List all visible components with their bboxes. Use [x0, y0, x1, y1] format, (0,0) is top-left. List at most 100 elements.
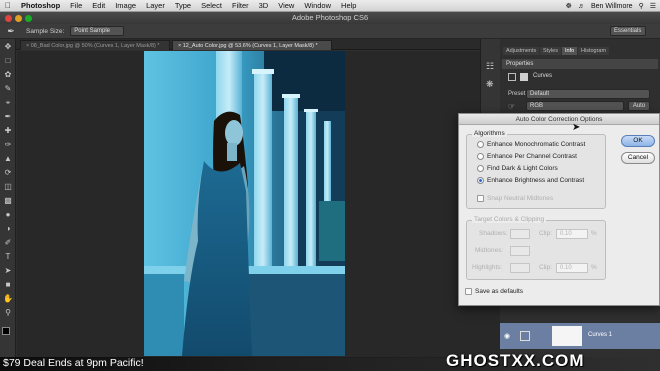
snap-neutral-midtones-checkbox[interactable]: Snap Neutral Midtones: [477, 195, 553, 202]
eraser-tool-icon[interactable]: ◫: [3, 182, 13, 192]
spotlight-icon[interactable]: ⚲: [639, 2, 644, 10]
radio-button[interactable]: [477, 177, 484, 184]
apple-icon[interactable]: : [0, 1, 16, 10]
layer-mask-icon[interactable]: [520, 73, 528, 81]
layer-name[interactable]: Curves 1: [588, 332, 612, 338]
highlights-label: Highlights:: [472, 264, 503, 271]
window-titlebar: Adobe Photoshop CS6: [0, 12, 660, 24]
highlights-clip-input[interactable]: 0.10: [556, 263, 588, 273]
dodge-tool-icon[interactable]: ◑: [3, 224, 13, 234]
close-window-icon[interactable]: [5, 15, 12, 22]
pen-tool-icon[interactable]: ✐: [3, 238, 13, 248]
midtones-color-swatch[interactable]: [510, 246, 530, 256]
properties-panel-tab[interactable]: Properties: [502, 59, 658, 69]
checkbox[interactable]: [465, 288, 472, 295]
tab-styles[interactable]: Styles: [540, 47, 561, 55]
layer-adjustment-icon: [520, 331, 530, 341]
tab-info[interactable]: Info: [562, 47, 578, 55]
layer-row-curves[interactable]: ◉ Curves 1: [500, 323, 660, 349]
radio-button[interactable]: [477, 165, 484, 172]
quick-select-tool-icon[interactable]: ✎: [3, 84, 13, 94]
radio-brightness-contrast[interactable]: Enhance Brightness and Contrast: [477, 177, 584, 184]
healing-brush-tool-icon[interactable]: ✚: [3, 126, 13, 136]
window-title: Adobe Photoshop CS6: [291, 13, 369, 22]
menu-filter[interactable]: Filter: [227, 1, 254, 10]
ok-button[interactable]: OK: [621, 135, 655, 147]
menu-edit[interactable]: Edit: [87, 1, 110, 10]
hand-adjust-icon[interactable]: ☞: [508, 102, 515, 111]
menubar-user[interactable]: Ben Willmore: [591, 3, 633, 10]
history-brush-tool-icon[interactable]: ⟳: [3, 168, 13, 178]
document-photo[interactable]: [144, 51, 345, 356]
menu-layer[interactable]: Layer: [141, 1, 170, 10]
radio-label: Enhance Per Channel Contrast: [487, 153, 577, 160]
crop-tool-icon[interactable]: ⌖: [3, 98, 13, 108]
preset-label: Preset:: [508, 91, 528, 97]
midtones-label: Midtones:: [475, 247, 504, 254]
gradient-tool-icon[interactable]: ▩: [3, 196, 13, 206]
shadows-color-swatch[interactable]: [510, 229, 530, 239]
workspace-select[interactable]: Essentials: [610, 26, 646, 36]
notification-icon[interactable]: ☰: [650, 2, 656, 10]
radio-label: Find Dark & Light Colors: [487, 165, 558, 172]
menu-image[interactable]: Image: [110, 1, 141, 10]
tab-08-bad-color[interactable]: × 08_Bad Color.jpg @ 50% (Curves 1, Laye…: [20, 40, 170, 50]
radio-button[interactable]: [477, 141, 484, 148]
visibility-eye-icon[interactable]: ◉: [504, 332, 510, 340]
zoom-window-icon[interactable]: [25, 15, 32, 22]
eyedropper-tool-icon[interactable]: ✒: [3, 112, 13, 122]
auto-color-correction-dialog: Auto Color Correction Options Algorithms…: [458, 113, 660, 306]
radio-button[interactable]: [477, 153, 484, 160]
tab-label: 08_Bad Color.jpg @ 50% (Curves 1, Layer …: [30, 43, 160, 49]
radio-per-channel-contrast[interactable]: Enhance Per Channel Contrast: [477, 153, 577, 160]
minimize-window-icon[interactable]: [15, 15, 22, 22]
radio-dark-light-colors[interactable]: Find Dark & Light Colors: [477, 165, 558, 172]
menu-select[interactable]: Select: [196, 1, 227, 10]
shape-tool-icon[interactable]: ■: [3, 280, 13, 290]
shadows-percent: %: [591, 230, 597, 237]
eyedropper-tool-preset-icon[interactable]: ✒: [0, 26, 22, 37]
tools-panel: ✥ □ ✿ ✎ ⌖ ✒ ✚ ✑ ▲ ⟳ ◫ ▩ ● ◑ ✐ T ➤ ■ ✋ ⚲: [0, 39, 16, 358]
auto-button[interactable]: Auto: [628, 101, 650, 111]
layer-mask-thumbnail[interactable]: [552, 326, 582, 346]
checkbox-label: Save as defaults: [475, 288, 524, 295]
type-tool-icon[interactable]: T: [3, 252, 13, 262]
clone-stamp-tool-icon[interactable]: ▲: [3, 154, 13, 164]
volume-icon[interactable]: ♬: [578, 3, 585, 10]
zoom-tool-icon[interactable]: ⚲: [3, 308, 13, 318]
tab-adjustments[interactable]: Adjustments: [503, 47, 540, 55]
wifi-icon[interactable]: ☸: [566, 2, 572, 10]
radio-monochromatic-contrast[interactable]: Enhance Monochromatic Contrast: [477, 141, 585, 148]
brush-presets-panel-icon[interactable]: ❋: [486, 79, 494, 90]
checkbox[interactable]: [477, 195, 484, 202]
menu-window[interactable]: Window: [299, 1, 336, 10]
shadows-clip-input[interactable]: 0.10: [556, 229, 588, 239]
history-panel-icon[interactable]: ☷: [486, 61, 494, 72]
shadows-label: Shadows:: [479, 230, 508, 237]
tab-histogram[interactable]: Histogram: [578, 47, 610, 55]
save-as-defaults-checkbox[interactable]: Save as defaults: [465, 288, 523, 295]
highlights-color-swatch[interactable]: [510, 263, 530, 273]
foreground-color-swatch[interactable]: [2, 327, 10, 335]
preset-select[interactable]: Default: [526, 89, 650, 99]
menu-3d[interactable]: 3D: [254, 1, 274, 10]
tab-12-auto-color[interactable]: × 12_Auto Color.jpg @ 53.6% (Curves 1, L…: [172, 40, 332, 50]
cancel-button[interactable]: Cancel: [621, 152, 655, 164]
sample-size-select[interactable]: Point Sample: [70, 26, 125, 36]
tab-label: 12_Auto Color.jpg @ 53.6% (Curves 1, Lay…: [182, 43, 318, 49]
menu-help[interactable]: Help: [336, 1, 361, 10]
curves-adjustment-icon: [508, 73, 516, 81]
photoshop-window:  Photoshop File Edit Image Layer Type S…: [0, 0, 660, 371]
lasso-tool-icon[interactable]: ✿: [3, 70, 13, 80]
channel-select[interactable]: RGB: [526, 101, 624, 111]
menu-view[interactable]: View: [273, 1, 299, 10]
marquee-tool-icon[interactable]: □: [3, 56, 13, 66]
hand-tool-icon[interactable]: ✋: [3, 294, 13, 304]
menu-type[interactable]: Type: [170, 1, 196, 10]
brush-tool-icon[interactable]: ✑: [3, 140, 13, 150]
move-tool-icon[interactable]: ✥: [3, 42, 13, 52]
menu-app-name[interactable]: Photoshop: [16, 1, 65, 10]
menu-file[interactable]: File: [65, 1, 87, 10]
path-selection-tool-icon[interactable]: ➤: [3, 266, 13, 276]
blur-tool-icon[interactable]: ●: [3, 210, 13, 220]
